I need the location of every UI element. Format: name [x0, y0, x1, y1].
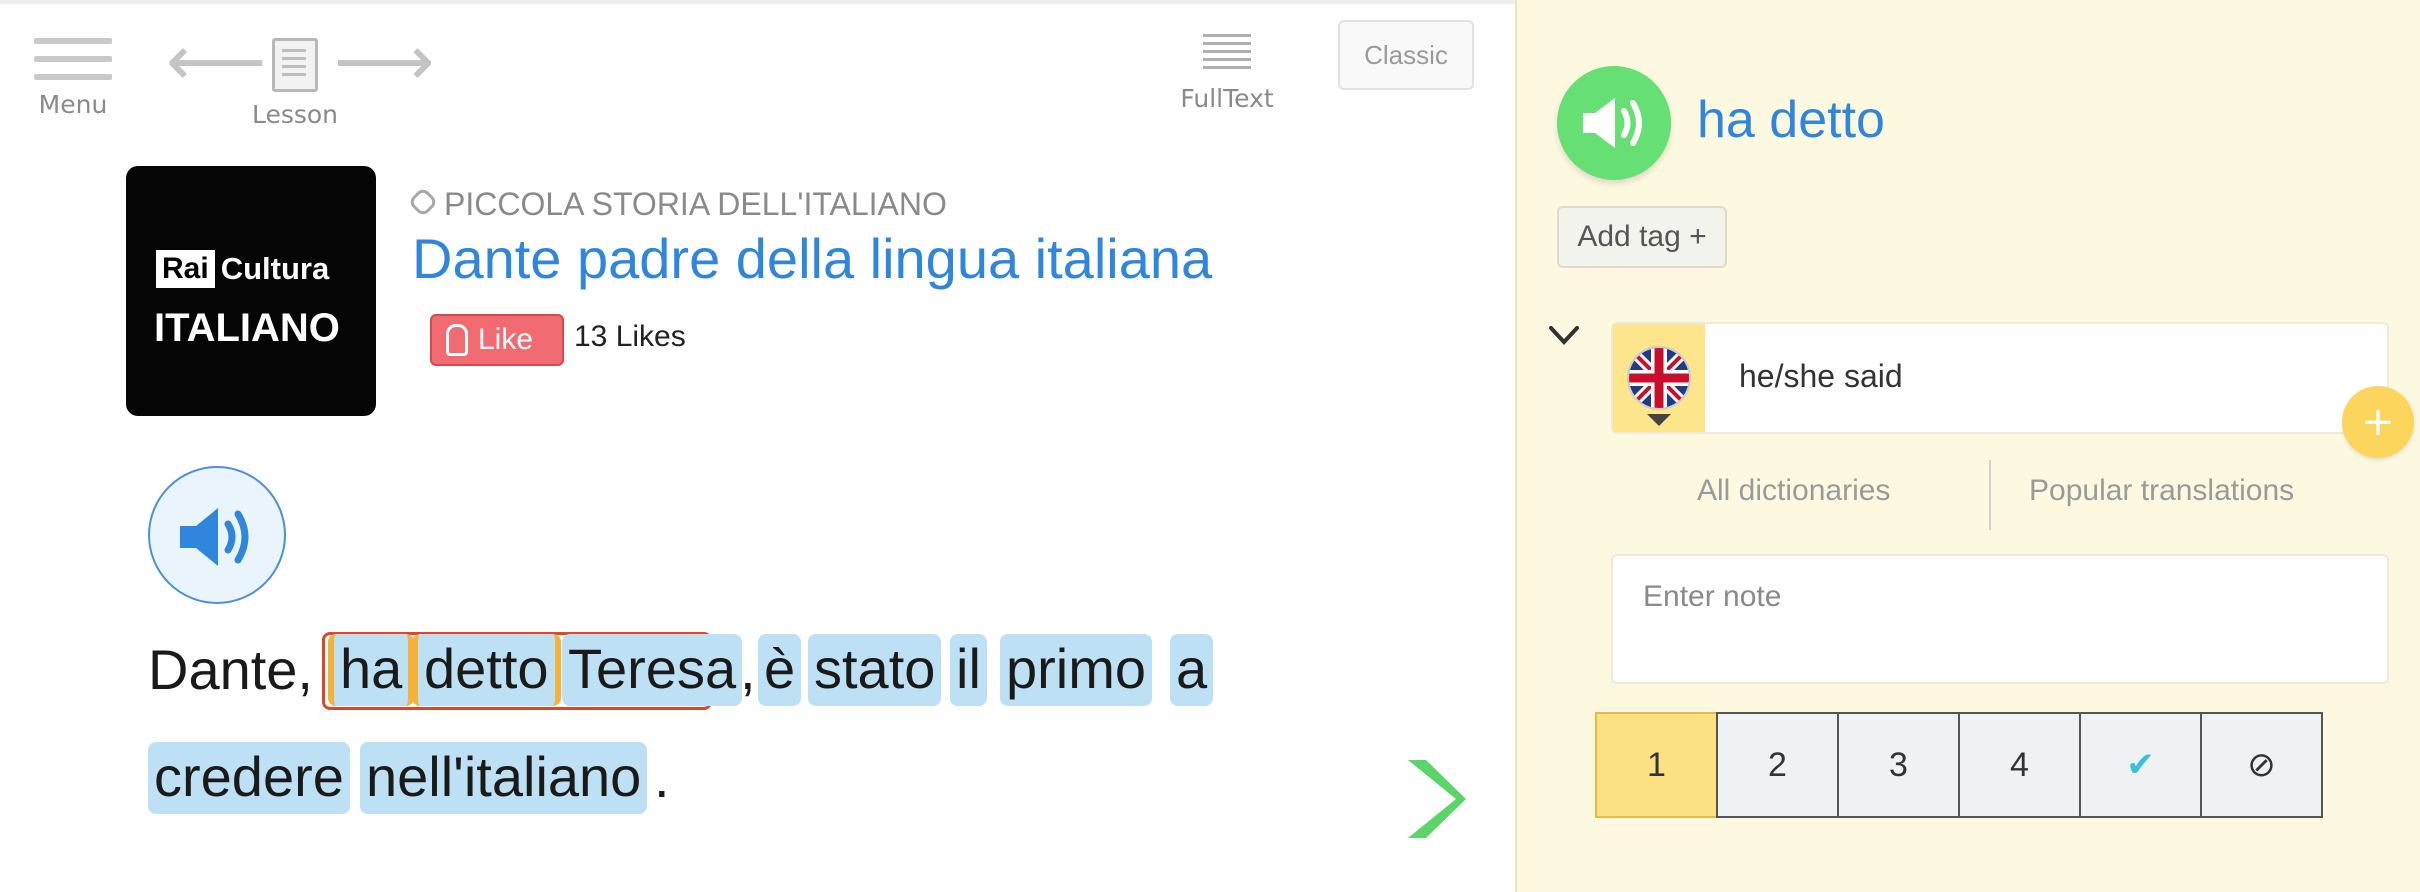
logo-rai-text: Rai [156, 250, 215, 288]
level-selector: 1 2 3 4 ✔ ⊘ [1595, 712, 2323, 818]
known-check-icon[interactable]: ✔ [2079, 712, 2202, 818]
punctuation: , [740, 638, 756, 701]
word-chip[interactable]: a [1170, 634, 1214, 706]
flag-pointer [1647, 414, 1671, 426]
next-arrow-icon[interactable]: ⟶ [334, 26, 434, 96]
lesson-label: Lesson [251, 100, 339, 129]
word-chip[interactable]: Teresa [562, 634, 743, 706]
link-icon [407, 186, 439, 218]
course-link[interactable]: PICCOLA STORIA DELL'ITALIANO [407, 186, 947, 223]
selected-word-title: ha detto [1697, 91, 1885, 149]
logo-cultura-text: Cultura [220, 251, 330, 286]
uk-flag-icon [1627, 346, 1691, 410]
add-translation-button[interactable]: + [2342, 386, 2414, 458]
course-name: PICCOLA STORIA DELL'ITALIANO [444, 186, 947, 222]
hamburger-icon [34, 38, 112, 82]
top-divider [0, 0, 1515, 4]
chevron-down-icon[interactable] [1547, 318, 1581, 352]
word-chip[interactable]: nell'italiano [360, 742, 648, 814]
like-button[interactable]: Like [430, 314, 564, 366]
dictionary-divider [1989, 460, 1991, 530]
speaker-icon [1583, 98, 1642, 148]
ignore-icon[interactable]: ⊘ [2200, 712, 2323, 818]
play-word-button[interactable] [1557, 66, 1671, 180]
fulltext-label: FullText [1180, 84, 1274, 113]
level-4-button[interactable]: 4 [1958, 712, 2081, 818]
word-selected[interactable]: ha [328, 634, 415, 706]
word-selected[interactable]: detto [412, 634, 561, 706]
logo-italiano-text: ITALIANO [154, 306, 340, 350]
language-selector[interactable] [1613, 324, 1705, 432]
word-chip[interactable]: è [758, 634, 802, 706]
play-sentence-button[interactable] [148, 466, 286, 604]
add-tag-button[interactable]: Add tag + [1557, 206, 1727, 268]
like-label: Like [478, 323, 534, 356]
note-input[interactable]: Enter note [1611, 554, 2389, 684]
punctuation: . [654, 746, 670, 809]
course-logo[interactable]: Rai Cultura ITALIANO [126, 166, 376, 416]
level-2-button[interactable]: 2 [1716, 712, 1839, 818]
classic-button[interactable]: Classic [1338, 20, 1474, 90]
word-chip[interactable]: primo [1000, 634, 1153, 706]
word-panel: ha detto Add tag + he/she said + All dic… [1515, 0, 2420, 892]
rose-icon [446, 324, 468, 356]
document-icon [272, 38, 318, 92]
lesson-title: Dante padre della lingua italiana [412, 227, 1213, 290]
word-chip[interactable]: il [950, 634, 987, 706]
fulltext-button[interactable]: FullText [1172, 34, 1282, 113]
speaker-icon [180, 508, 249, 566]
word-chip[interactable]: credere [148, 742, 350, 814]
all-dictionaries-link[interactable]: All dictionaries [1697, 474, 1890, 508]
menu-label: Menu [38, 90, 108, 119]
popular-translations-link[interactable]: Popular translations [2029, 474, 2294, 508]
level-3-button[interactable]: 3 [1837, 712, 1960, 818]
next-sentence-chevron-icon[interactable] [1400, 754, 1470, 844]
translation-card[interactable]: he/she said [1611, 322, 2389, 434]
word-chip[interactable]: stato [808, 634, 942, 706]
word-plain[interactable]: Dante, [148, 634, 313, 706]
fulltext-icon [1203, 34, 1251, 72]
menu-button[interactable]: Menu [30, 38, 116, 119]
translation-text: he/she said [1739, 358, 1903, 394]
level-1-button[interactable]: 1 [1595, 712, 1718, 818]
likes-count: 13 Likes [574, 320, 686, 353]
